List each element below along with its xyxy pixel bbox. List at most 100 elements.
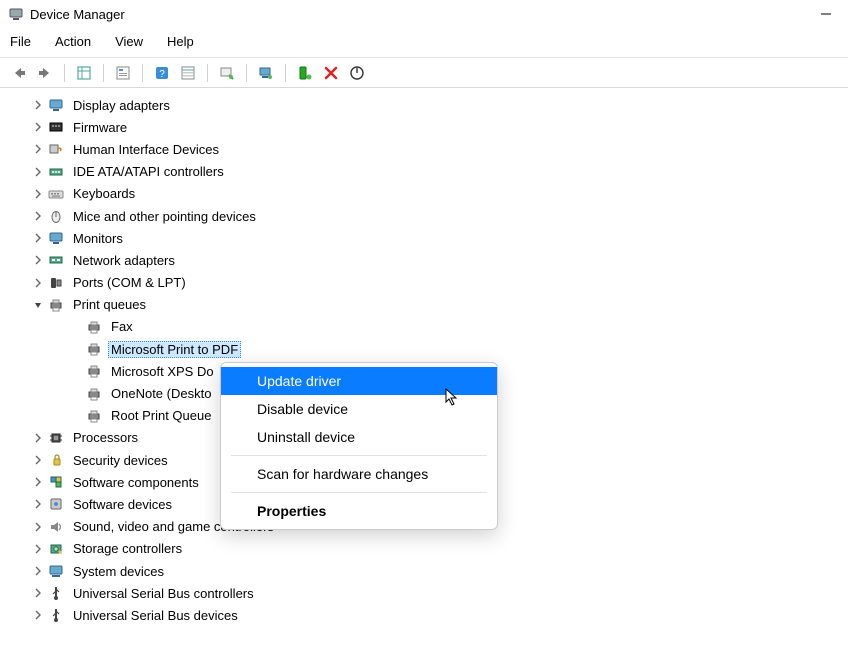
tree-node[interactable]: Fax	[0, 316, 848, 338]
minimize-button[interactable]	[812, 4, 840, 24]
tree-node-label: Print queues	[70, 296, 149, 313]
chevron-right-icon[interactable]	[32, 188, 44, 200]
titlebar: Device Manager	[0, 0, 848, 28]
chevron-right-icon[interactable]	[32, 166, 44, 178]
chevron-right-icon[interactable]	[32, 543, 44, 555]
tree-node-label: Root Print Queue	[108, 407, 214, 424]
sound-icon	[48, 519, 64, 535]
tree-node-label: Network adapters	[70, 252, 178, 269]
tree-node-label: Firmware	[70, 119, 130, 136]
menu-help[interactable]: Help	[163, 32, 198, 51]
chevron-right-icon[interactable]	[32, 99, 44, 111]
tree-node[interactable]: Storage controllers	[0, 538, 848, 560]
tree-node[interactable]: Network adapters	[0, 249, 848, 271]
tree-node-label: OneNote (Deskto	[108, 385, 214, 402]
chevron-right-icon[interactable]	[32, 432, 44, 444]
tree-node[interactable]: Universal Serial Bus devices	[0, 604, 848, 626]
tree-node-label: Storage controllers	[70, 540, 185, 557]
chevron-right-icon[interactable]	[32, 121, 44, 133]
chevron-right-icon[interactable]	[32, 277, 44, 289]
toolbar: ?	[0, 58, 848, 88]
chevron-down-icon[interactable]	[32, 299, 44, 311]
keyboard-icon	[48, 186, 64, 202]
context-menu-separator	[231, 455, 487, 456]
chevron-right-icon[interactable]	[32, 476, 44, 488]
monitor-icon	[48, 230, 64, 246]
help-icon[interactable]: ?	[151, 62, 173, 84]
properties-icon[interactable]	[112, 62, 134, 84]
menu-action[interactable]: Action	[51, 32, 95, 51]
tree-node[interactable]: Universal Serial Bus controllers	[0, 582, 848, 604]
enable-icon[interactable]	[346, 62, 368, 84]
chevron-right-icon[interactable]	[32, 498, 44, 510]
menu-file[interactable]: File	[6, 32, 35, 51]
context-menu-item[interactable]: Disable device	[221, 395, 497, 423]
tree-node-label: Microsoft XPS Do	[108, 363, 217, 380]
add-hardware-icon[interactable]	[294, 62, 316, 84]
chevron-right-icon[interactable]	[32, 254, 44, 266]
printer-icon	[48, 297, 64, 313]
back-icon[interactable]	[8, 62, 30, 84]
chevron-right-icon[interactable]	[32, 232, 44, 244]
firmware-icon	[48, 119, 64, 135]
tree-node-label: Universal Serial Bus controllers	[70, 585, 257, 602]
tree-node-label: Mice and other pointing devices	[70, 208, 259, 225]
software-comp-icon	[48, 474, 64, 490]
device-tree[interactable]: Display adapters Firmware Human Interface …	[0, 88, 848, 627]
tree-node[interactable]: IDE ATA/ATAPI controllers	[0, 161, 848, 183]
tree-node-label: IDE ATA/ATAPI controllers	[70, 163, 227, 180]
tree-node[interactable]: Print queues	[0, 294, 848, 316]
network-icon	[48, 252, 64, 268]
update-driver-icon[interactable]	[216, 62, 238, 84]
chevron-right-icon[interactable]	[32, 454, 44, 466]
mouse-icon	[48, 208, 64, 224]
tree-node[interactable]: Microsoft Print to PDF	[0, 338, 848, 360]
tree-node[interactable]: Mice and other pointing devices	[0, 205, 848, 227]
tree-node[interactable]: Ports (COM & LPT)	[0, 272, 848, 294]
context-menu-item[interactable]: Update driver	[221, 367, 497, 395]
chevron-right-icon[interactable]	[32, 210, 44, 222]
context-menu-item[interactable]: Uninstall device	[221, 423, 497, 451]
security-icon	[48, 452, 64, 468]
processor-icon	[48, 430, 64, 446]
tree-node[interactable]: System devices	[0, 560, 848, 582]
tree-node-label: Universal Serial Bus devices	[70, 607, 241, 624]
chevron-right-icon[interactable]	[32, 565, 44, 577]
menubar: File Action View Help	[0, 28, 848, 58]
usb-icon	[48, 585, 64, 601]
svg-text:?: ?	[159, 69, 165, 80]
chevron-right-icon[interactable]	[32, 609, 44, 621]
tree-node[interactable]: Human Interface Devices	[0, 138, 848, 160]
hid-icon	[48, 141, 64, 157]
tree-node-label: Software devices	[70, 496, 175, 513]
software-dev-icon	[48, 496, 64, 512]
tree-node-label: System devices	[70, 563, 167, 580]
disable-icon[interactable]	[320, 62, 342, 84]
scan-hardware-icon[interactable]	[255, 62, 277, 84]
details-icon[interactable]	[177, 62, 199, 84]
forward-icon[interactable]	[34, 62, 56, 84]
context-menu-item[interactable]: Properties	[221, 497, 497, 525]
tree-node[interactable]: Firmware	[0, 116, 848, 138]
tree-node[interactable]: Keyboards	[0, 183, 848, 205]
printer-icon	[86, 386, 102, 402]
tree-node-label: Software components	[70, 474, 202, 491]
tree-node-label: Security devices	[70, 452, 171, 469]
printer-icon	[86, 319, 102, 335]
chevron-right-icon[interactable]	[32, 521, 44, 533]
tree-node-label: Keyboards	[70, 185, 138, 202]
context-menu-separator	[231, 492, 487, 493]
context-menu-item[interactable]: Scan for hardware changes	[221, 460, 497, 488]
printer-icon	[86, 363, 102, 379]
show-hidden-icon[interactable]	[73, 62, 95, 84]
tree-node[interactable]: Display adapters	[0, 94, 848, 116]
tree-node-label: Fax	[108, 318, 136, 335]
ide-icon	[48, 164, 64, 180]
tree-node-label: Ports (COM & LPT)	[70, 274, 189, 291]
usb-icon	[48, 607, 64, 623]
tree-node[interactable]: Monitors	[0, 227, 848, 249]
menu-view[interactable]: View	[111, 32, 147, 51]
chevron-right-icon[interactable]	[32, 587, 44, 599]
storage-icon	[48, 541, 64, 557]
chevron-right-icon[interactable]	[32, 143, 44, 155]
